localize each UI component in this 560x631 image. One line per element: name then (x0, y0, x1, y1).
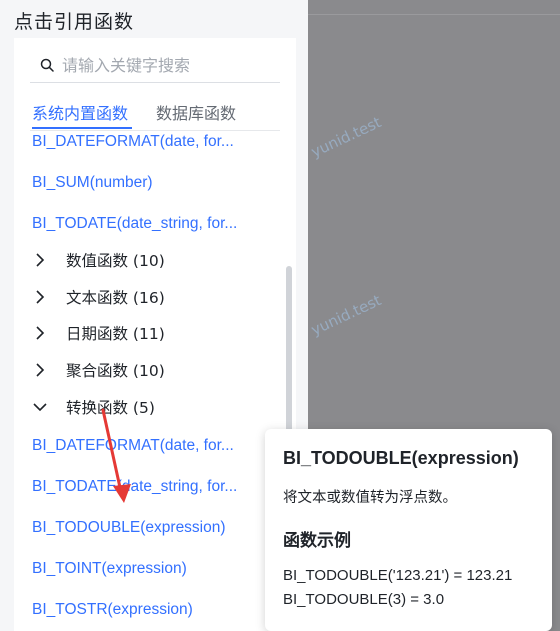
tab-builtin-functions[interactable]: 系统内置函数 (32, 100, 128, 124)
popover-example: BI_TODOUBLE(3) = 3.0 (283, 591, 445, 608)
function-item-selected[interactable]: BI_TODOUBLE(expression) (32, 519, 226, 537)
function-item[interactable]: BI_DATEFORMAT(date, for... (32, 437, 234, 455)
function-item[interactable]: BI_TODATE(date_string, for... (32, 478, 237, 496)
popover-arrow (257, 520, 265, 536)
popover-example-heading: 函数示例 (283, 531, 351, 551)
grid-line (308, 14, 560, 15)
chevron-right-icon (36, 290, 45, 304)
panel-title: 点击引用函数 (14, 11, 135, 33)
category-label: 日期函数 (11) (66, 325, 165, 343)
function-item[interactable]: BI_SUM(number) (32, 174, 153, 192)
function-item[interactable]: BI_TODATE(date_string, for... (32, 215, 237, 233)
function-item[interactable]: BI_TOSTR(expression) (32, 601, 193, 619)
function-tabs: 系统内置函数 数据库函数 (30, 94, 280, 131)
function-item[interactable]: BI_DATEFORMAT(date, for... (32, 133, 234, 151)
search-input[interactable] (62, 53, 272, 77)
popover-description: 将文本或数值转为浮点数。 (283, 490, 457, 506)
category-label: 转换函数 (5) (66, 399, 155, 417)
chevron-right-icon (36, 326, 45, 340)
popover-title: BI_TODOUBLE(expression) (283, 448, 519, 468)
active-tab-indicator (32, 127, 132, 129)
search-box[interactable] (30, 48, 280, 83)
tab-database-functions[interactable]: 数据库函数 (156, 100, 236, 124)
category-label: 文本函数 (16) (66, 289, 165, 307)
function-item[interactable]: BI_TOINT(expression) (32, 560, 187, 578)
search-icon (40, 58, 54, 72)
function-panel: 系统内置函数 数据库函数 BI_DATEFORMAT(date, for... … (14, 38, 296, 631)
function-detail-popover: BI_TODOUBLE(expression) 将文本或数值转为浮点数。 函数示… (265, 429, 552, 631)
category-label: 聚合函数 (10) (66, 362, 165, 380)
chevron-right-icon (36, 363, 45, 377)
category-label: 数值函数 (10) (66, 252, 165, 270)
chevron-down-icon (33, 403, 47, 412)
chevron-right-icon (36, 253, 45, 267)
popover-example: BI_TODOUBLE('123.21') = 123.21 (283, 567, 513, 584)
